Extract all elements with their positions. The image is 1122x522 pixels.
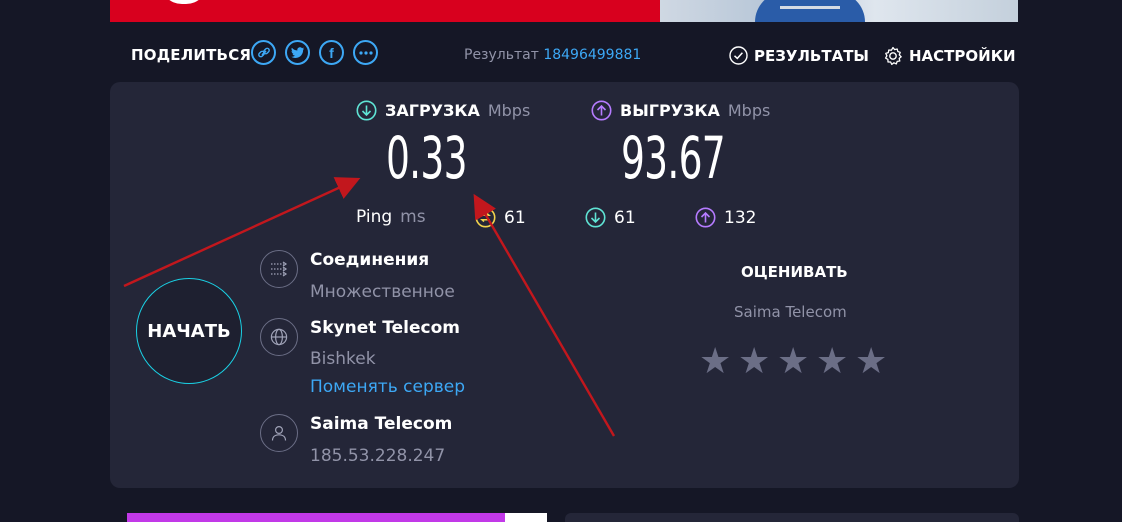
bottom-panel	[565, 513, 1019, 522]
ping-label-text: Ping	[356, 207, 393, 227]
connections-icon-wrap	[260, 250, 298, 288]
results-link-label: РЕЗУЛЬТАТЫ	[754, 46, 869, 65]
ping-idle-value: 61	[504, 207, 526, 228]
more-dots-icon	[358, 50, 373, 55]
download-unit: Mbps	[487, 101, 531, 120]
twitter-share-button[interactable]	[285, 40, 310, 65]
rate-title: ОЦЕНИВАТЬ	[741, 263, 848, 281]
upload-header: ВЫГРУЗКА Mbps	[591, 100, 770, 121]
check-circle-icon	[729, 46, 748, 65]
server-icon-wrap	[260, 318, 298, 356]
upload-value: 93.67	[621, 124, 726, 192]
results-panel	[110, 82, 1019, 488]
upload-unit: Mbps	[727, 101, 771, 120]
ping-upload-icon	[695, 207, 716, 228]
provider-name: Saima Telecom	[310, 414, 453, 434]
start-button[interactable]: НАЧАТЬ	[136, 278, 242, 384]
ping-label: Ping ms	[356, 207, 426, 227]
connections-mode[interactable]: Множественное	[310, 282, 455, 302]
upload-arrow-icon	[591, 100, 612, 121]
change-server-link[interactable]: Поменять сервер	[310, 377, 465, 397]
result-id-link[interactable]: 18496499881	[543, 47, 641, 63]
result-id-label: Результат 18496499881	[464, 47, 641, 63]
settings-link[interactable]: НАСТРОЙКИ	[883, 46, 1016, 66]
ping-upload: 132	[695, 207, 756, 228]
star-2-icon[interactable]: ★	[738, 344, 770, 380]
twitter-icon	[290, 46, 304, 58]
link-share-button[interactable]	[251, 40, 276, 65]
globe-icon	[270, 328, 288, 346]
download-label: ЗАГРУЗКА	[385, 101, 480, 120]
download-arrow-icon	[356, 100, 377, 121]
link-icon	[257, 47, 270, 57]
facebook-icon: f	[329, 44, 334, 61]
download-header: ЗАГРУЗКА Mbps	[356, 100, 530, 121]
ad-choices-icon[interactable]	[505, 513, 547, 522]
star-3-icon[interactable]: ★	[777, 344, 809, 380]
provider-ip: 185.53.228.247	[310, 446, 446, 466]
bottom-ad-banner[interactable]	[127, 513, 547, 522]
server-name: Skynet Telecom	[310, 318, 461, 338]
upload-label: ВЫГРУЗКА	[620, 101, 720, 120]
ping-idle: 61	[475, 207, 526, 228]
result-label-text: Результат	[464, 47, 539, 63]
ping-jitter-icon	[475, 207, 496, 228]
ad-banner[interactable]	[110, 0, 660, 22]
star-5-icon[interactable]: ★	[855, 344, 887, 380]
settings-link-label: НАСТРОЙКИ	[909, 47, 1016, 65]
star-4-icon[interactable]: ★	[816, 344, 848, 380]
ping-download: 61	[585, 207, 636, 228]
ping-unit: ms	[400, 207, 426, 227]
ping-download-icon	[585, 207, 606, 228]
share-label: ПОДЕЛИТЬСЯ	[131, 46, 252, 64]
user-icon	[271, 425, 287, 441]
ad-banner-photo[interactable]	[660, 0, 1018, 22]
rate-isp-name: Saima Telecom	[734, 303, 847, 321]
connections-icon	[271, 261, 288, 277]
star-1-icon[interactable]: ★	[699, 344, 731, 380]
server-city: Bishkek	[310, 349, 376, 369]
ping-upload-value: 132	[724, 207, 757, 228]
results-link[interactable]: РЕЗУЛЬТАТЫ	[729, 46, 869, 65]
facebook-share-button[interactable]: f	[319, 40, 344, 65]
download-value: 0.33	[386, 124, 467, 192]
ping-download-value: 61	[614, 207, 636, 228]
more-share-button[interactable]	[353, 40, 378, 65]
provider-icon-wrap	[260, 414, 298, 452]
connections-title: Соединения	[310, 250, 430, 270]
gear-icon	[884, 46, 902, 66]
